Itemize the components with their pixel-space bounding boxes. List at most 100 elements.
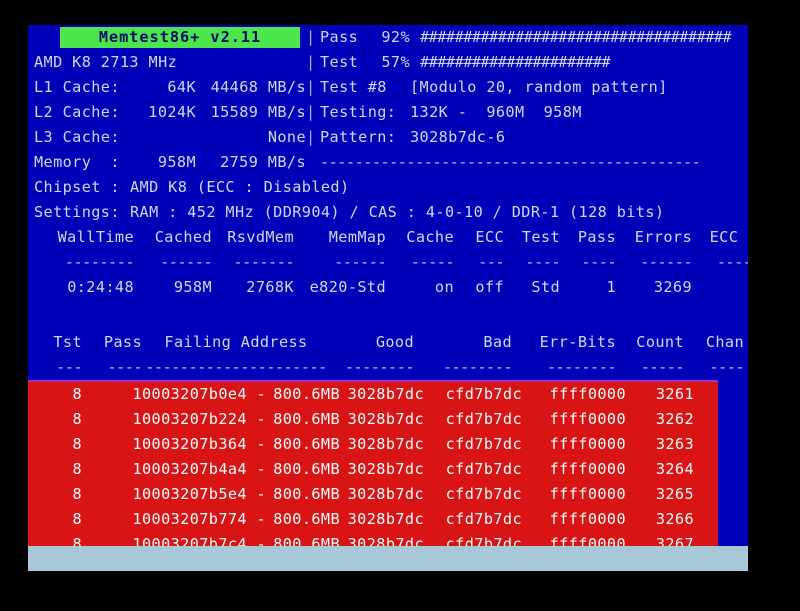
l1-cache-row: L1 Cache: 64K 44468 MB/s — [34, 75, 306, 100]
l1-cache-speed: 44468 MB/s — [210, 78, 306, 96]
stats-rule: ---- — [525, 253, 560, 271]
error-cell-count: 3264 — [655, 460, 694, 478]
error-row: 8 1 0003207b364 - 800.6MB 3028b7dc cfd7b7dc ff… — [38, 432, 714, 457]
l2-cache-size: 1024K — [148, 103, 196, 121]
err-header-failing-address: Failing Address — [164, 333, 308, 351]
current-test-row: Test #8 [Modulo 20, random pattern] — [320, 75, 748, 100]
error-cell-pass: 1 — [132, 510, 142, 528]
statistics-header-row: WallTime Cached RsvdMem MemMap Cache ECC… — [38, 225, 748, 250]
settings-row: Settings: RAM : 452 MHz (DDR904) / CAS :… — [34, 200, 748, 225]
cpu-label: AMD K8 2713 MHz — [34, 53, 178, 71]
stats-value-cached: 958M — [173, 278, 212, 296]
error-cell-address: 0003207b0e4 - — [142, 385, 267, 403]
error-cell-count: 3261 — [655, 385, 694, 403]
stats-value-ecc: off — [475, 278, 504, 296]
stats-value-errors: 3269 — [653, 278, 692, 296]
error-cell-good: 3028b7dc — [347, 385, 424, 403]
error-cell-errbits: ffff0000 — [549, 435, 626, 453]
error-cell-pass: 1 — [132, 410, 142, 428]
stats-value-cache: on — [434, 278, 454, 296]
error-cell-chan — [694, 457, 714, 482]
column-separator: | — [306, 103, 316, 121]
l2-cache-speed: 15589 MB/s — [210, 103, 306, 121]
error-cell-errbits: ffff0000 — [549, 485, 626, 503]
pass-progress-row: Pass 92% ###############################… — [320, 25, 748, 50]
memory-label: Memory : — [34, 153, 120, 171]
error-cell-chan — [694, 507, 714, 532]
error-cell-address: 0003207b364 - — [142, 435, 267, 453]
stats-rule: ------ — [160, 253, 212, 271]
keyboard-shortcut-bar: (ESC)Reboot(c)configuration(SP)scroll_lo… — [28, 546, 748, 571]
cpu-info-row: AMD K8 2713 MHz — [34, 50, 306, 75]
chipset-row: Chipset : AMD K8 (ECC : Disabled) — [34, 175, 748, 200]
stats-rule: ----- — [410, 253, 455, 271]
error-row: 8 1 0003207b5e4 - 800.6MB 3028b7dc cfd7b7dc ff… — [38, 482, 714, 507]
error-cell-tst: 8 — [72, 385, 82, 403]
err-header-count: Count — [636, 333, 684, 351]
pass-progress-percent: 92% — [381, 28, 410, 46]
error-cell-size: 800.6MB — [273, 435, 340, 453]
memory-size: 958M — [157, 153, 196, 171]
statistics-rule-row: -------- ------ ------- ------ ----- ---… — [38, 250, 748, 275]
error-cell-tst: 8 — [72, 485, 82, 503]
error-cell-errbits: ffff0000 — [549, 385, 626, 403]
error-header-rule-row: --- ---- --------------------- -------- … — [38, 355, 744, 380]
settings-value: RAM : 452 MHz (DDR904) / CAS : 4-0-10 / … — [130, 203, 665, 221]
l3-cache-label: L3 Cache: — [34, 128, 120, 146]
error-cell-errbits: ffff0000 — [549, 410, 626, 428]
memtest-screen: Memtest86+ v2.11 AMD K8 2713 MHz L1 Cach… — [28, 25, 748, 571]
column-separator: | — [306, 28, 316, 46]
error-cell-size: 800.6MB — [273, 410, 340, 428]
test-progress-percent: 57% — [381, 53, 410, 71]
l3-cache-size — [130, 125, 196, 150]
test-number: Test #8 — [320, 78, 387, 96]
stats-header-memmap: MemMap — [328, 228, 386, 246]
statistics-table: WallTime Cached RsvdMem MemMap Cache ECC… — [38, 225, 748, 300]
stats-rule: -------- — [716, 253, 748, 271]
error-cell-good: 3028b7dc — [347, 435, 424, 453]
testing-label: Testing: — [320, 103, 397, 121]
error-cell-count: 3265 — [655, 485, 694, 503]
error-cell-good: 3028b7dc — [347, 485, 424, 503]
stats-rule: ------ — [334, 253, 386, 271]
monitor-bezel: Memtest86+ v2.11 AMD K8 2713 MHz L1 Cach… — [0, 0, 800, 611]
settings-label: Settings: — [34, 203, 120, 221]
error-cell-bad: cfd7b7dc — [445, 460, 522, 478]
error-log-panel[interactable]: 8 1 0003207b0e4 -800.6MB 3028b7dc cfd7b7dc ff… — [28, 380, 718, 571]
stats-value-walltime: 0:24:48 — [67, 278, 134, 296]
error-cell-size: 800.6MB — [273, 460, 340, 478]
pattern-label: Pattern: — [320, 128, 397, 146]
err-rule: ----- — [640, 358, 685, 376]
testing-range-row: Testing: 132K - 960M 958M — [320, 100, 748, 125]
error-header-row: Tst Pass Failing Address Good Bad Err-Bi… — [38, 330, 744, 355]
error-cell-chan — [694, 407, 714, 432]
stats-header-rsvdmem: RsvdMem — [227, 228, 294, 246]
err-header-chan: Chan — [705, 333, 744, 351]
error-row: 8 1 0003207b224 - 800.6MB 3028b7dc cfd7b7dc ff… — [38, 407, 714, 432]
error-cell-chan — [694, 432, 714, 457]
statistics-value-row: 0:24:48 958M 2768K e820-Std on off Std 1… — [38, 275, 748, 300]
err-header-errbits: Err-Bits — [539, 333, 616, 351]
memory-row: Memory : 958M 2759 MB/s — [34, 150, 306, 175]
stats-header-cached: Cached — [154, 228, 212, 246]
stats-header-walltime: WallTime — [57, 228, 134, 246]
error-cell-tst: 8 — [72, 435, 82, 453]
error-cell-size: 800.6MB — [273, 510, 340, 528]
error-log-table: 8 1 0003207b0e4 -800.6MB 3028b7dc cfd7b7dc ff… — [38, 382, 714, 571]
error-cell-bad: cfd7b7dc — [445, 485, 522, 503]
err-header-tst: Tst — [53, 333, 82, 351]
app-title-banner: Memtest86+ v2.11 — [60, 27, 300, 48]
error-cell-pass: 1 — [132, 460, 142, 478]
test-progress-bar: ###################### — [420, 53, 611, 71]
stats-header-test: Test — [521, 228, 560, 246]
l1-cache-size: 64K — [167, 78, 196, 96]
stats-header-ecc: ECC — [475, 228, 504, 246]
l2-cache-label: L2 Cache: — [34, 103, 120, 121]
error-cell-tst: 8 — [72, 410, 82, 428]
error-cell-pass: 1 — [132, 485, 142, 503]
test-progress-label: Test — [320, 53, 359, 71]
test-progress-row: Test 57% ###################### — [320, 50, 748, 75]
error-cell-address: 0003207b4a4 - — [142, 460, 267, 478]
test-name: [Modulo 20, random pattern] — [410, 78, 668, 96]
stats-header-cache: Cache — [406, 228, 454, 246]
